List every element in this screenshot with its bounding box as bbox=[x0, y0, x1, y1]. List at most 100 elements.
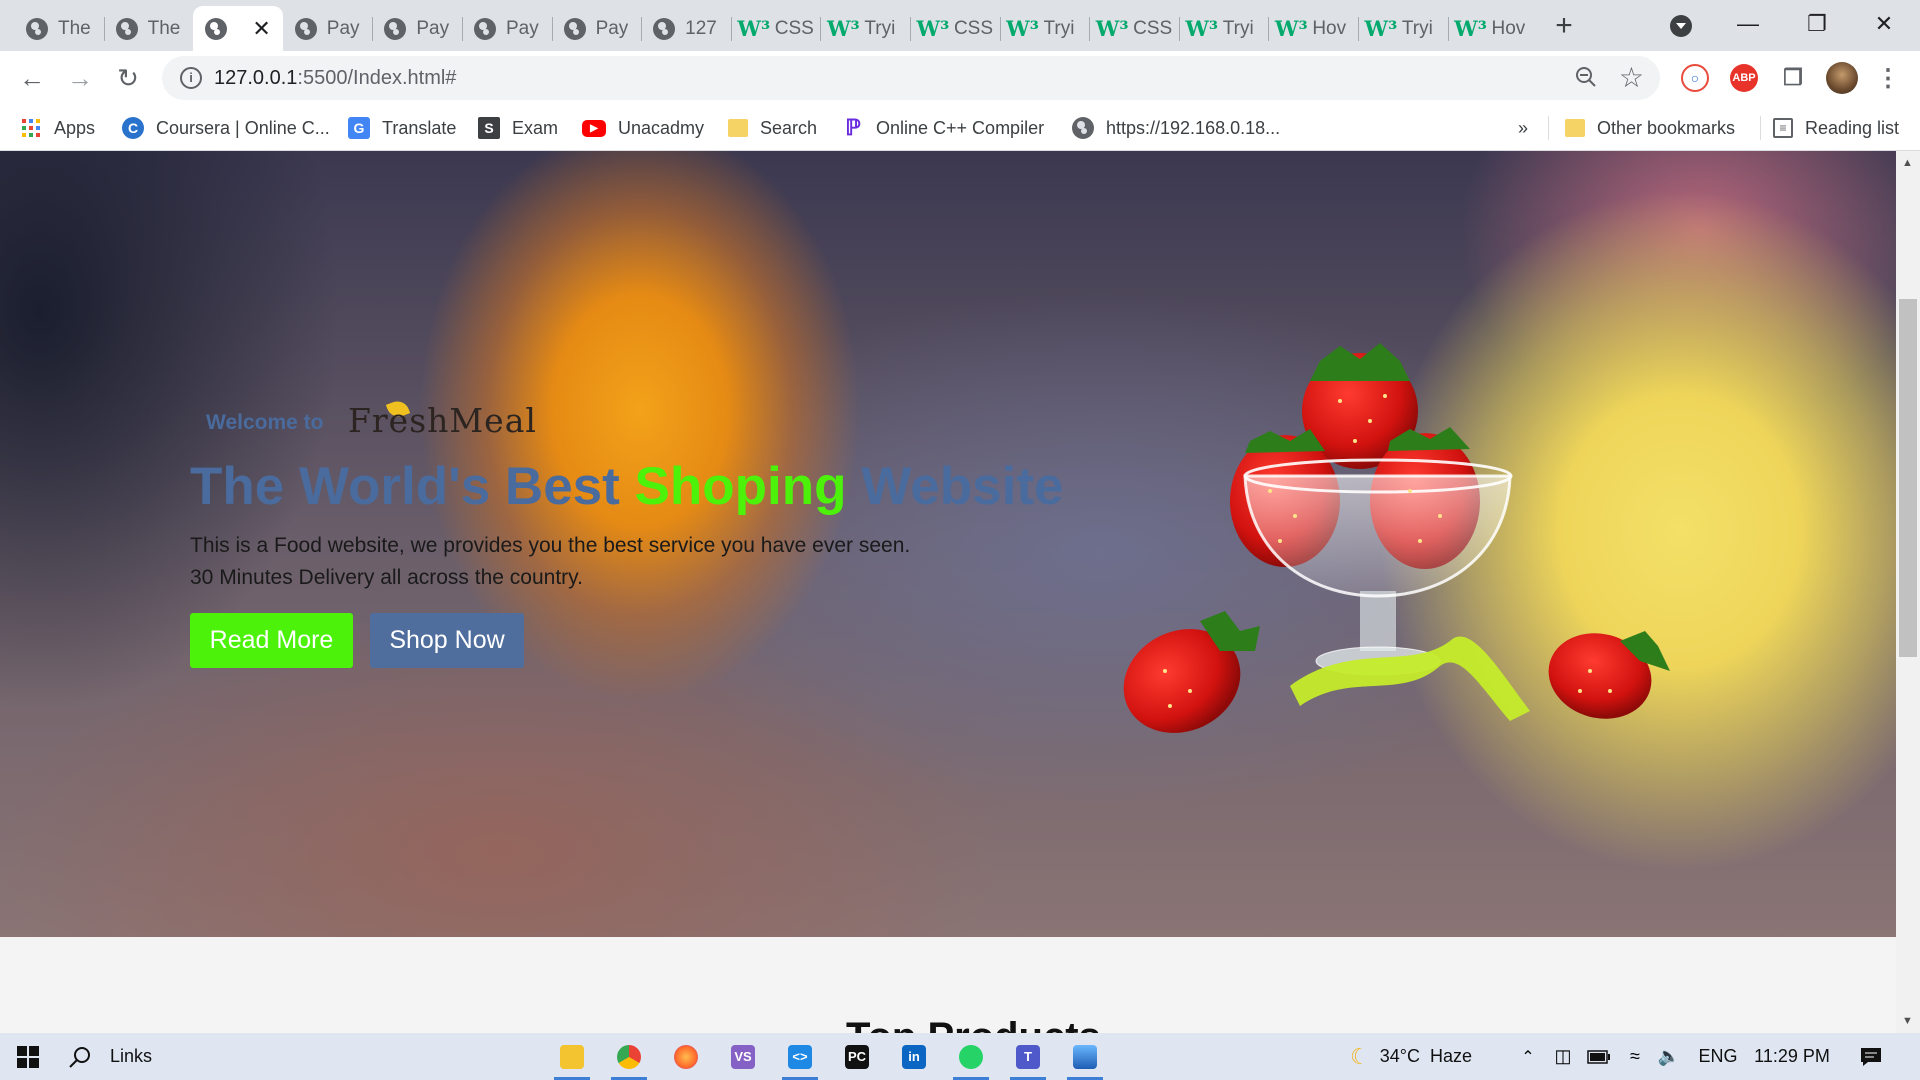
tab[interactable]: Pay bbox=[372, 6, 462, 51]
more-bookmarks-button[interactable]: » bbox=[1518, 114, 1528, 142]
bookmark-unacadmy[interactable]: ▶ Unacadmy bbox=[582, 114, 704, 142]
tab[interactable]: W³ CSS bbox=[1089, 6, 1179, 51]
url-host: 127.0.0.1 bbox=[214, 67, 298, 89]
adblock-plus-icon[interactable]: ABP bbox=[1730, 64, 1758, 92]
compiler-icon: ℙ bbox=[845, 115, 861, 140]
site-info-icon[interactable]: i bbox=[180, 67, 202, 89]
network-monitor-icon[interactable]: ◫ bbox=[1550, 1033, 1576, 1080]
brand-logo-text: FreshMeal bbox=[348, 401, 537, 440]
extensions-puzzle-icon[interactable]: ❒ bbox=[1779, 64, 1807, 92]
chrome-icon bbox=[617, 1044, 641, 1069]
zoom-icon[interactable] bbox=[1574, 65, 1598, 95]
tab[interactable]: Pay bbox=[551, 6, 642, 51]
start-button[interactable] bbox=[12, 1033, 44, 1080]
arrow-left-icon: ← bbox=[19, 62, 45, 93]
profile-avatar[interactable] bbox=[1826, 62, 1858, 94]
tab-title: CSS bbox=[953, 17, 994, 39]
taskbar-app-vscode[interactable]: <> bbox=[780, 1033, 820, 1080]
close-tab-icon[interactable]: ✕ bbox=[252, 16, 270, 42]
bookmark-label: Exam bbox=[512, 117, 559, 138]
address-bar[interactable]: i 127.0.0.1:5500/Index.html# ☆ bbox=[162, 56, 1660, 100]
tab[interactable]: W³ CSS bbox=[730, 6, 821, 51]
chevron-double-right-icon: » bbox=[1518, 117, 1529, 138]
tab[interactable]: 127 bbox=[641, 6, 731, 51]
tab[interactable]: W³ Tryi bbox=[1357, 6, 1448, 51]
taskbar-app-chrome[interactable] bbox=[609, 1033, 649, 1080]
tab[interactable]: W³ Hov bbox=[1268, 6, 1358, 51]
taskbar-app-photos[interactable] bbox=[1065, 1033, 1105, 1080]
tab[interactable]: W³ CSS bbox=[909, 6, 1000, 51]
weather-desc: Haze bbox=[1429, 1046, 1472, 1066]
bookmark-search[interactable]: Search bbox=[728, 114, 817, 142]
tab-title: Pay bbox=[505, 17, 539, 39]
bookmark-local-ip[interactable]: https://192.168.0.18... bbox=[1072, 114, 1280, 142]
bookmark-translate[interactable]: G Translate bbox=[348, 114, 456, 142]
bookmarks-bar: Apps C Coursera | Online C... G Translat… bbox=[0, 105, 1920, 151]
back-button[interactable]: ← bbox=[14, 60, 50, 96]
url-text[interactable]: 127.0.0.1:5500/Index.html# bbox=[214, 67, 456, 90]
notifications-icon[interactable] bbox=[1856, 1033, 1886, 1080]
new-tab-button[interactable]: + bbox=[1548, 9, 1580, 42]
taskbar-app-firefox[interactable] bbox=[666, 1033, 706, 1080]
reload-button[interactable]: ↻ bbox=[110, 60, 146, 96]
browser-toolbar: ← → ↻ i 127.0.0.1:5500/Index.html# ☆ ○ A… bbox=[0, 51, 1920, 105]
tab[interactable]: Pay bbox=[461, 6, 552, 51]
tab-title: Tryi bbox=[1401, 17, 1433, 39]
globe-icon bbox=[563, 17, 586, 40]
scroll-down-arrow-icon[interactable]: ▼ bbox=[1902, 1015, 1913, 1027]
bookmark-apps[interactable]: Apps bbox=[20, 114, 95, 142]
restore-button[interactable]: ❐ bbox=[1797, 8, 1837, 40]
language-indicator[interactable]: ENG bbox=[1694, 1033, 1742, 1080]
bookmark-label: Unacadmy bbox=[618, 117, 705, 138]
w3schools-icon: W³ bbox=[1006, 16, 1039, 41]
tab-title: Hov bbox=[1312, 17, 1347, 39]
bookmark-cpp-compiler[interactable]: ℙ Online C++ Compiler bbox=[842, 114, 1044, 142]
bookmark-exam[interactable]: S Exam bbox=[478, 114, 558, 142]
taskbar-app-whatsapp[interactable] bbox=[951, 1033, 991, 1080]
tab-title: Tryi bbox=[864, 17, 896, 39]
tab[interactable]: The bbox=[14, 6, 104, 51]
minimize-button[interactable]: — bbox=[1728, 8, 1768, 40]
globe-icon bbox=[26, 17, 48, 40]
battery-icon[interactable] bbox=[1586, 1033, 1612, 1080]
taskbar-app-visual-studio[interactable]: VS bbox=[723, 1033, 763, 1080]
taskbar-app-linkedin[interactable]: in bbox=[894, 1033, 934, 1080]
tab[interactable]: W³ Tryi bbox=[999, 6, 1090, 51]
taskbar-app-file-explorer[interactable] bbox=[552, 1033, 592, 1080]
tab[interactable]: W³ Tryi bbox=[1178, 6, 1269, 51]
tab-active[interactable]: ✕ bbox=[193, 6, 283, 51]
divider bbox=[1760, 116, 1761, 140]
weather-moon-icon: ☾ bbox=[1350, 1043, 1370, 1069]
weather-widget[interactable]: ☾ 34°C Haze bbox=[1350, 1033, 1480, 1080]
teams-icon: T bbox=[1016, 1044, 1040, 1069]
tab[interactable]: Pay bbox=[283, 6, 373, 51]
volume-icon[interactable]: 🔈 bbox=[1656, 1033, 1682, 1080]
other-bookmarks-button[interactable]: Other bookmarks bbox=[1565, 114, 1735, 142]
tab[interactable]: The bbox=[103, 6, 194, 51]
scrollbar-thumb[interactable] bbox=[1899, 299, 1917, 657]
bookmark-coursera[interactable]: C Coursera | Online C... bbox=[122, 114, 330, 142]
menu-kebab-icon[interactable]: ⋮ bbox=[1874, 64, 1902, 92]
scroll-up-arrow-icon[interactable]: ▲ bbox=[1902, 157, 1913, 169]
apps-grid-icon bbox=[20, 117, 42, 139]
clock[interactable]: 11:29 PM bbox=[1750, 1033, 1834, 1080]
chevron-up-icon[interactable]: ⌃ bbox=[1516, 1033, 1540, 1080]
bookmark-star-icon[interactable]: ☆ bbox=[1619, 61, 1644, 94]
taskbar-app-teams[interactable]: T bbox=[1008, 1033, 1048, 1080]
page-scrollbar[interactable]: ▲ ▼ bbox=[1896, 151, 1920, 1033]
extension-owl-icon[interactable]: ○ bbox=[1681, 64, 1709, 92]
taskbar-search[interactable]: Links bbox=[68, 1033, 178, 1080]
close-window-button[interactable]: ✕ bbox=[1864, 8, 1904, 40]
reading-list-button[interactable]: ≡ Reading list bbox=[1773, 114, 1899, 142]
tab[interactable]: W³ Hov bbox=[1447, 6, 1538, 51]
forward-button[interactable]: → bbox=[62, 60, 98, 96]
shop-now-button[interactable]: Shop Now bbox=[370, 613, 524, 668]
taskbar-app-pycharm[interactable]: PC bbox=[837, 1033, 877, 1080]
hero-description: This is a Food website, we provides you … bbox=[190, 534, 911, 589]
visual-studio-icon: VS bbox=[731, 1044, 755, 1069]
read-more-button[interactable]: Read More bbox=[190, 613, 353, 668]
wifi-icon[interactable]: ≈ bbox=[1622, 1033, 1648, 1080]
tab-search-button[interactable] bbox=[1670, 15, 1692, 37]
tab[interactable]: W³ Tryi bbox=[820, 6, 910, 51]
tab-title: Hov bbox=[1491, 17, 1526, 39]
